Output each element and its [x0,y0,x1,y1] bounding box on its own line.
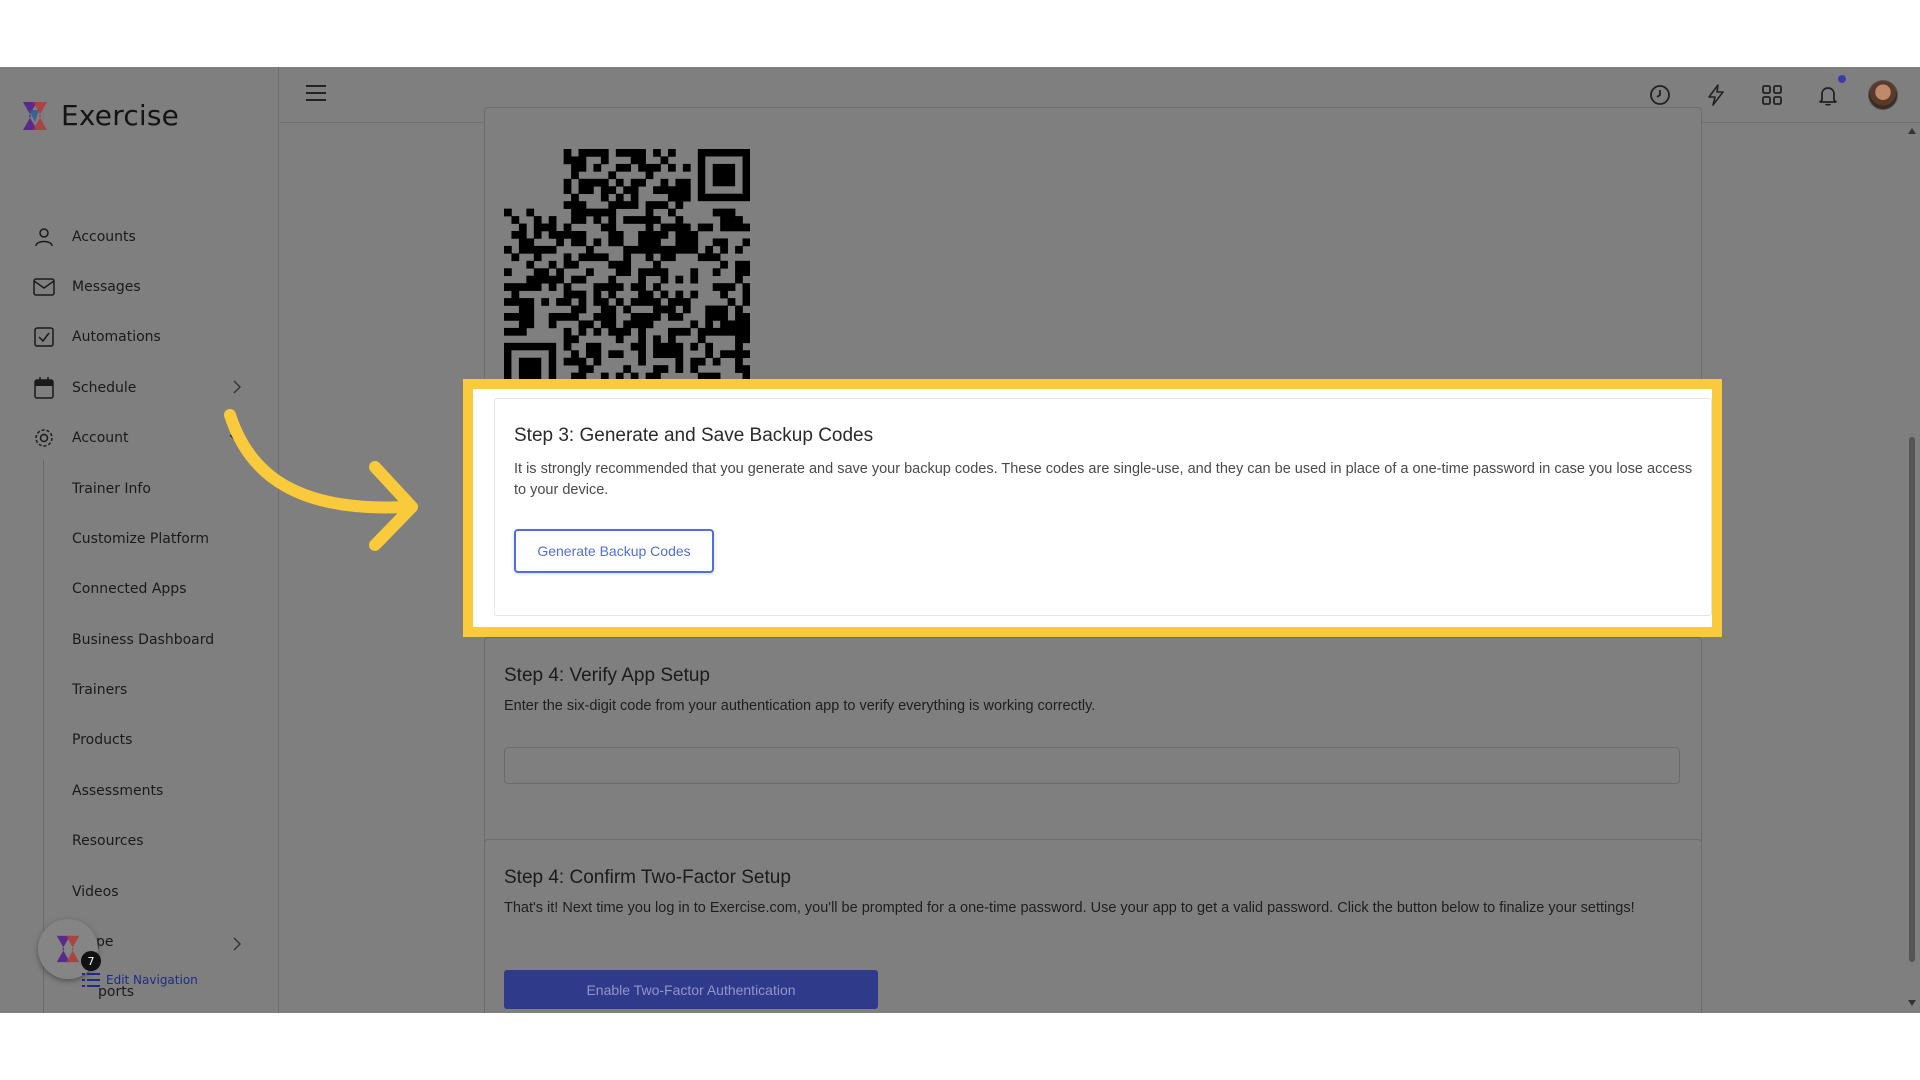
user-icon [32,225,56,249]
chevron-right-icon [232,379,242,399]
list-icon [82,973,100,987]
brand-name: Exercise [61,99,179,132]
scroll-up-arrow-icon[interactable] [1907,127,1917,135]
clock-icon[interactable] [1648,83,1672,107]
sidebar-subitem-stripe[interactable]: Stripe [72,934,252,950]
mail-icon [32,275,56,299]
calendar-icon [32,376,56,400]
sidebar-item-label: Account [72,430,129,446]
sidebar-item-label: Accounts [72,229,136,245]
step4-verify-title: Step 4: Verify App Setup [504,665,710,687]
sidebar-subitem-connected-apps[interactable]: Connected Apps [72,581,186,597]
step3-highlight-frame: Step 3: Generate and Save Backup Codes I… [463,379,1722,637]
sidebar-item-accounts[interactable]: Accounts [32,220,252,254]
sidebar-item-label: Messages [72,279,141,295]
chevron-right-icon [232,936,242,952]
generate-backup-codes-button[interactable]: Generate Backup Codes [514,529,714,573]
apps-grid-icon[interactable] [1760,83,1784,107]
exercise-logo-icon [19,100,51,132]
scrollbar-thumb[interactable] [1909,437,1915,962]
avatar[interactable] [1868,80,1898,110]
enable-two-factor-button[interactable]: Enable Two-Factor Authentication [504,970,878,1009]
sidebar-item-automations[interactable]: Automations [32,320,252,354]
gear-icon [32,426,56,450]
qr-code-image [504,122,750,422]
exercise-logo-icon [53,934,83,964]
edit-navigation-link[interactable]: Edit Navigation [82,973,198,987]
verification-code-input[interactable] [504,747,1680,784]
sidebar-subitem-business-dashboard[interactable]: Business Dashboard [72,632,214,648]
step4-confirm-description: That's it! Next time you log in to Exerc… [504,898,1680,919]
lightning-icon[interactable] [1704,83,1728,107]
checkbox-icon [32,325,56,349]
sidebar-subitem-trainers[interactable]: Trainers [72,682,127,698]
scroll-down-arrow-icon[interactable] [1907,999,1917,1007]
sidebar-item-account[interactable]: Account [32,421,252,455]
launcher-badge: 7 [81,951,101,971]
sidebar-item-schedule[interactable]: Schedule [32,371,252,405]
step3-description: It is strongly recommended that you gene… [514,459,1694,501]
sidebar-item-label: Automations [72,329,161,345]
app-frame: Exercise Accounts Messages Automations S [0,67,1920,1013]
arrow-annotation-icon [220,407,430,567]
step3-title: Step 3: Generate and Save Backup Codes [514,425,873,447]
edit-navigation-label: Edit Navigation [106,973,198,987]
sidebar-item-label: Schedule [72,380,136,396]
notification-dot [1838,75,1846,83]
brand-logo[interactable]: Exercise [19,99,179,132]
sidebar-subitem-customize-platform[interactable]: Customize Platform [72,531,209,547]
sidebar-subitem-videos[interactable]: Videos [72,884,119,900]
sidebar-item-messages[interactable]: Messages [32,270,252,304]
hamburger-menu-icon[interactable] [306,85,326,106]
sidebar-subitem-assessments[interactable]: Assessments [72,783,163,799]
sidebar-subitem-products[interactable]: Products [72,732,132,748]
bell-icon[interactable] [1816,83,1840,107]
step4-confirm-title: Step 4: Confirm Two-Factor Setup [504,867,791,889]
sidebar-subitem-resources[interactable]: Resources [72,833,144,849]
sidebar-subitem-trainer-info[interactable]: Trainer Info [72,481,151,497]
step3-card: Step 3: Generate and Save Backup Codes I… [494,398,1712,616]
step4-verify-description: Enter the six-digit code from your authe… [504,696,1680,717]
